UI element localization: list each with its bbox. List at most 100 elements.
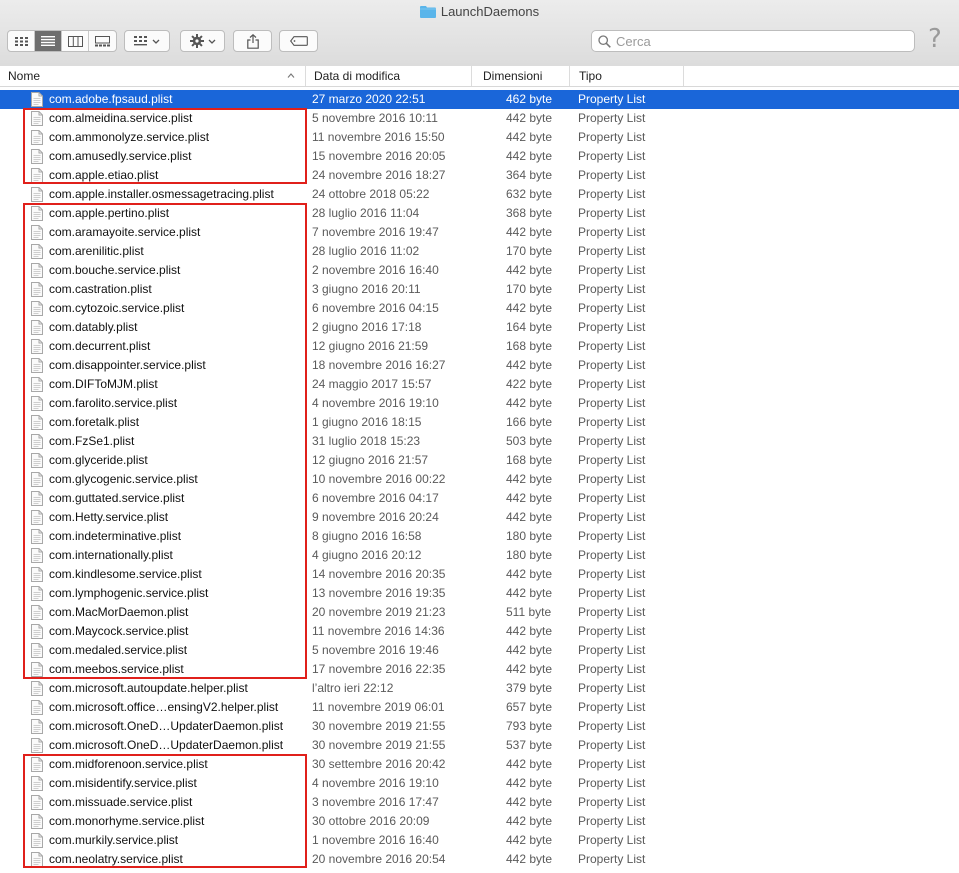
file-kind: Property List xyxy=(578,852,646,866)
file-row[interactable]: com.disappointer.service.plist 18 novembr… xyxy=(0,356,959,375)
file-row[interactable]: com.cytozoic.service.plist 6 novembre 201… xyxy=(0,299,959,318)
file-name: com.apple.installer.osmessagetracing.pli… xyxy=(49,187,274,201)
file-row[interactable]: com.medaled.service.plist 5 novembre 2016… xyxy=(0,641,959,660)
file-kind: Property List xyxy=(578,263,646,277)
file-row[interactable]: com.DIFToMJM.plist 24 maggio 2017 15:57 42… xyxy=(0,375,959,394)
file-date: 12 giugno 2016 21:59 xyxy=(312,339,429,353)
column-header-kind[interactable]: Tipo xyxy=(570,66,684,86)
file-date: 3 novembre 2016 17:47 xyxy=(312,795,439,809)
file-row[interactable]: com.MacMorDaemon.plist 20 novembre 2019 2… xyxy=(0,603,959,622)
file-row[interactable]: com.glyceride.plist 12 giugno 2016 21:57 1… xyxy=(0,451,959,470)
column-header-date[interactable]: Data di modifica xyxy=(306,66,472,86)
file-row[interactable]: com.glycogenic.service.plist 10 novembre … xyxy=(0,470,959,489)
file-date: 4 novembre 2016 19:10 xyxy=(312,776,439,790)
file-row[interactable]: com.indeterminative.plist 8 giugno 2016 1… xyxy=(0,527,959,546)
file-size: 442 byte xyxy=(506,225,553,239)
file-name: com.neolatry.service.plist xyxy=(49,852,183,866)
file-size: 442 byte xyxy=(506,586,553,600)
file-date: 4 novembre 2016 19:10 xyxy=(312,396,439,410)
file-name: com.microsoft.autoupdate.helper.plist xyxy=(49,681,248,695)
file-row[interactable]: com.lymphogenic.service.plist 13 novembre… xyxy=(0,584,959,603)
file-row[interactable]: com.bouche.service.plist 2 novembre 2016 … xyxy=(0,261,959,280)
file-row[interactable]: com.midforenoon.service.plist 30 settembr… xyxy=(0,755,959,774)
file-name: com.microsoft.OneD…UpdaterDaemon.plist xyxy=(49,738,284,752)
tag-icon xyxy=(289,36,308,46)
file-name: com.glyceride.plist xyxy=(49,453,148,467)
file-kind: Property List xyxy=(578,681,646,695)
file-row[interactable]: com.farolito.service.plist 4 novembre 201… xyxy=(0,394,959,413)
file-row[interactable]: com.microsoft.autoupdate.helper.plist l’a… xyxy=(0,679,959,698)
file-row[interactable]: com.apple.etiao.plist 24 novembre 2016 18… xyxy=(0,166,959,185)
file-row[interactable]: com.Hetty.service.plist 9 novembre 2016 2… xyxy=(0,508,959,527)
file-row[interactable]: com.apple.pertino.plist 28 luglio 2016 11… xyxy=(0,204,959,223)
file-row[interactable]: com.microsoft.OneD…UpdaterDaemon.plist 30… xyxy=(0,736,959,755)
file-size: 166 byte xyxy=(506,415,553,429)
file-name: com.FzSe1.plist xyxy=(49,434,135,448)
file-row[interactable]: com.datably.plist 2 giugno 2016 17:18 164 … xyxy=(0,318,959,337)
file-row[interactable]: com.neolatry.service.plist 20 novembre 20… xyxy=(0,850,959,869)
column-view-button[interactable] xyxy=(62,31,89,51)
file-name: com.midforenoon.service.plist xyxy=(49,757,208,771)
file-row[interactable]: com.amusedly.service.plist 15 novembre 20… xyxy=(0,147,959,166)
list-view-button[interactable] xyxy=(35,31,62,51)
action-menu-button[interactable] xyxy=(180,30,225,52)
search-field[interactable] xyxy=(591,30,915,52)
column-header-name[interactable]: Nome xyxy=(0,66,306,86)
file-row[interactable]: com.meebos.service.plist 17 novembre 2016… xyxy=(0,660,959,679)
chevron-down-icon xyxy=(152,39,160,44)
file-row[interactable]: com.microsoft.OneD…UpdaterDaemon.plist 30… xyxy=(0,717,959,736)
file-name: com.datably.plist xyxy=(49,320,138,334)
file-row[interactable]: com.castration.plist 3 giugno 2016 20:11 1… xyxy=(0,280,959,299)
group-by-button[interactable] xyxy=(124,30,170,52)
share-button[interactable] xyxy=(233,30,272,52)
file-row[interactable]: com.almeidina.service.plist 5 novembre 20… xyxy=(0,109,959,128)
window-title: LaunchDaemons xyxy=(440,4,540,19)
file-size: 442 byte xyxy=(506,814,553,828)
file-date: 3 giugno 2016 20:11 xyxy=(312,282,421,296)
search-input[interactable] xyxy=(616,33,896,49)
file-date: 5 novembre 2016 19:46 xyxy=(312,643,439,657)
column-header-size[interactable]: Dimensioni xyxy=(472,66,570,86)
file-size: 442 byte xyxy=(506,510,553,524)
file-date: 11 novembre 2019 06:01 xyxy=(312,700,445,714)
file-date: 13 novembre 2016 19:35 xyxy=(312,586,446,600)
sort-ascending-icon[interactable] xyxy=(287,73,295,78)
file-kind: Property List xyxy=(578,244,646,258)
file-row[interactable]: com.arenilitic.plist 28 luglio 2016 11:02… xyxy=(0,242,959,261)
file-date: 28 luglio 2016 11:04 xyxy=(312,206,420,220)
file-row[interactable]: com.internationally.plist 4 giugno 2016 2… xyxy=(0,546,959,565)
file-row[interactable]: com.monorhyme.service.plist 30 ottobre 20… xyxy=(0,812,959,831)
file-row[interactable]: com.microsoft.office…ensingV2.helper.pli… xyxy=(0,698,959,717)
file-name: com.Maycock.service.plist xyxy=(49,624,189,638)
file-row[interactable]: com.adobe.fpsaud.plist 27 marzo 2020 22:5… xyxy=(0,90,959,109)
help-icon[interactable]: ? xyxy=(928,24,942,54)
file-date: 24 novembre 2016 18:27 xyxy=(312,168,446,182)
file-size: 442 byte xyxy=(506,757,553,771)
file-row[interactable]: com.ammonolyze.service.plist 11 novembre … xyxy=(0,128,959,147)
tags-button[interactable] xyxy=(279,30,318,52)
file-size: 442 byte xyxy=(506,149,553,163)
icon-view-button[interactable] xyxy=(8,31,35,51)
file-row[interactable]: com.kindlesome.service.plist 14 novembre … xyxy=(0,565,959,584)
file-kind: Property List xyxy=(578,320,646,334)
file-row[interactable]: com.FzSe1.plist 31 luglio 2018 15:23 503 b… xyxy=(0,432,959,451)
file-size: 503 byte xyxy=(506,434,553,448)
file-kind: Property List xyxy=(578,453,646,467)
file-size: 442 byte xyxy=(506,795,553,809)
file-size: 442 byte xyxy=(506,491,553,505)
file-name: com.missuade.service.plist xyxy=(49,795,193,809)
gallery-view-button[interactable] xyxy=(89,31,116,51)
file-kind: Property List xyxy=(578,510,646,524)
file-row[interactable]: com.misidentify.service.plist 4 novembre … xyxy=(0,774,959,793)
file-row[interactable]: com.guttated.service.plist 6 novembre 201… xyxy=(0,489,959,508)
file-row[interactable]: com.murkily.service.plist 1 novembre 2016… xyxy=(0,831,959,850)
file-kind: Property List xyxy=(578,833,646,847)
file-row[interactable]: com.decurrent.plist 12 giugno 2016 21:59 1… xyxy=(0,337,959,356)
file-row[interactable]: com.aramayoite.service.plist 7 novembre 2… xyxy=(0,223,959,242)
file-row[interactable]: com.apple.installer.osmessagetracing.pli… xyxy=(0,185,959,204)
file-name: com.almeidina.service.plist xyxy=(49,111,193,125)
file-row[interactable]: com.missuade.service.plist 3 novembre 201… xyxy=(0,793,959,812)
file-kind: Property List xyxy=(578,130,646,144)
file-row[interactable]: com.Maycock.service.plist 11 novembre 201… xyxy=(0,622,959,641)
file-row[interactable]: com.foretalk.plist 1 giugno 2016 18:15 166… xyxy=(0,413,959,432)
